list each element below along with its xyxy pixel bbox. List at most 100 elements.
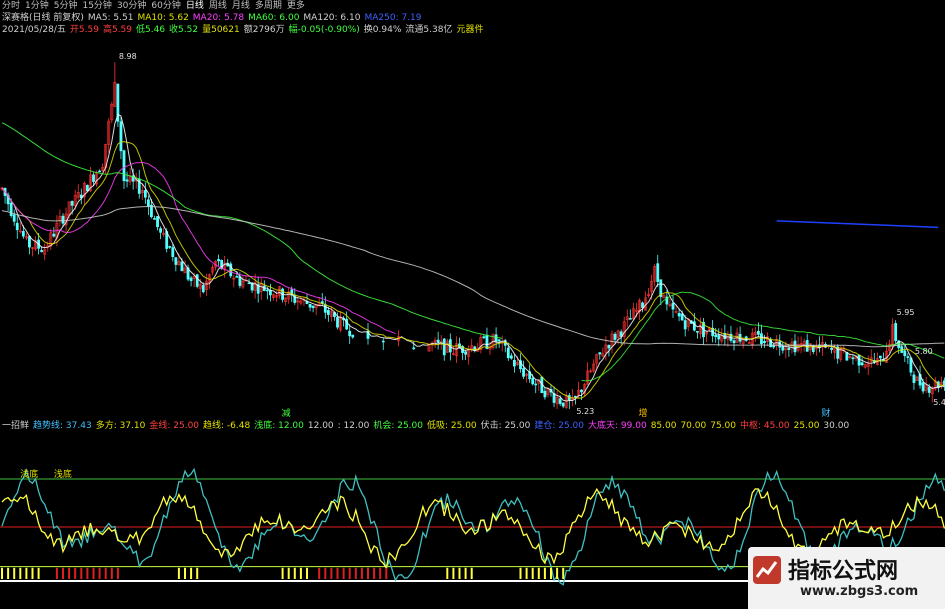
event-marker-2: 财	[822, 407, 831, 418]
candle-body	[717, 335, 721, 340]
event-marker-0: 减	[282, 407, 291, 418]
candle-body	[497, 339, 501, 342]
indicator-value-1: 趋势线: 37.43	[33, 421, 92, 431]
indicator-value-8: 机会: 25.00	[373, 421, 423, 431]
ma-value-6: MA250: 7.19	[364, 13, 422, 23]
signal-bar	[470, 567, 473, 579]
candle-body	[442, 338, 446, 356]
tab-5[interactable]: 60分钟	[151, 1, 180, 11]
signal-bar	[324, 567, 327, 579]
candle-body	[680, 313, 684, 321]
period-tabs: 分时 1分钟 5分钟 15分钟 30分钟 60分钟 日线 周线 月线 多周期 更多	[2, 1, 310, 12]
candle-body	[482, 336, 486, 339]
tab-1[interactable]: 1分钟	[25, 1, 49, 11]
ma120-line	[1, 205, 945, 348]
candle-body	[308, 303, 312, 308]
candle-body	[125, 179, 129, 182]
candle-body	[119, 121, 123, 152]
tab-2[interactable]: 5分钟	[54, 1, 78, 11]
candle-body	[628, 318, 632, 320]
candle-body	[174, 257, 178, 265]
indicator-value-6: 12.00	[307, 421, 334, 431]
price-value-2: 高5.59	[102, 25, 132, 35]
signal-bar	[525, 567, 528, 579]
price-annotation-4: 5.45	[933, 398, 945, 407]
candle-body	[787, 347, 791, 350]
ma-value-5: MA120: 6.10	[303, 13, 361, 23]
indicator-info-line: 一招鲜 趋势线: 37.43 多方: 37.10 金线: 25.00 趋线: -6.48…	[2, 421, 853, 432]
price-value-9: 流通5.38亿	[405, 25, 453, 35]
ma-value-4: MA60: 6.00	[248, 13, 300, 23]
candle-body	[147, 199, 150, 207]
candle-body	[98, 170, 102, 173]
indicator-value-18: 30.00	[823, 421, 850, 431]
tab-7[interactable]: 周线	[209, 1, 227, 11]
tab-4[interactable]: 30分钟	[117, 1, 146, 11]
tab-3[interactable]: 15分钟	[82, 1, 111, 11]
candle-body	[860, 362, 864, 366]
indicator-value-10: 伏击: 25.00	[480, 421, 531, 431]
tab-6[interactable]: 日线	[186, 1, 204, 11]
candle-body	[763, 341, 766, 343]
candle-body	[61, 215, 65, 224]
price-value-10: 元器件	[456, 25, 484, 35]
signal-bar	[190, 567, 193, 579]
signal-bar	[446, 567, 449, 579]
signal-bar	[281, 567, 284, 579]
candle-body	[40, 250, 44, 253]
candle-body	[52, 233, 56, 237]
signal-bar	[373, 567, 376, 579]
candle-body	[531, 377, 535, 385]
signal-bar	[452, 567, 455, 579]
signal-bar	[293, 567, 296, 579]
candle-body	[351, 334, 355, 338]
signal-bar	[55, 567, 58, 579]
signal-bar	[68, 567, 71, 579]
tab-8[interactable]: 月线	[232, 1, 250, 11]
candle-body	[12, 214, 16, 222]
indicator-value-4: 趋线: -6.48	[203, 421, 251, 431]
indicator-value-3: 金线: 25.00	[149, 421, 200, 431]
indicator-value-11: 建仓: 25.00	[534, 421, 585, 431]
ma-value-2: MA10: 5.62	[137, 13, 189, 23]
signal-bar	[342, 567, 345, 579]
candle-body	[201, 285, 205, 293]
candle-body	[921, 382, 925, 392]
watermark-logo-icon	[753, 556, 781, 584]
price-annotation-3: 5.80	[915, 347, 933, 356]
indicator-value-2: 多方: 37.10	[95, 421, 146, 431]
signal-bar	[360, 567, 363, 579]
ma-value-1: MA5: 5.51	[87, 13, 134, 23]
candle-body	[28, 236, 31, 248]
signal-bar	[98, 567, 101, 579]
candle-body	[558, 398, 562, 404]
tab-9[interactable]: 多周期	[255, 1, 282, 11]
candle-body	[485, 334, 489, 349]
candle-body	[656, 263, 660, 282]
candle-body	[878, 355, 882, 359]
candle-body	[671, 302, 675, 310]
candle-body	[180, 261, 184, 272]
candle-body	[381, 340, 385, 343]
candle-body	[683, 320, 687, 330]
candle-body	[159, 228, 163, 233]
signal-bar	[543, 567, 546, 579]
candle-body	[92, 174, 95, 182]
signal-bar	[31, 567, 34, 579]
indicator-value-14: 70.00	[680, 421, 707, 431]
tab-10[interactable]: 更多	[287, 1, 305, 11]
candle-body	[927, 386, 931, 393]
indicator-value-5: 浅底: 12.00	[254, 421, 304, 431]
signal-bar	[306, 567, 308, 579]
tab-0[interactable]: 分时	[2, 1, 20, 11]
price-info-line: 2021/05/28/五 开5.59 高5.59 低5.46 收5.52 量50621 额2…	[2, 25, 487, 36]
signal-bar	[531, 567, 534, 579]
indicator-value-13: 85.00	[650, 421, 677, 431]
candle-body	[781, 345, 785, 351]
indicator-value-9: 低吸: 25.00	[427, 421, 477, 431]
candle-body	[238, 276, 242, 286]
candle-body	[156, 216, 159, 228]
signal-bar	[299, 567, 302, 579]
signal-bar	[19, 567, 22, 579]
candle-body	[336, 317, 339, 328]
